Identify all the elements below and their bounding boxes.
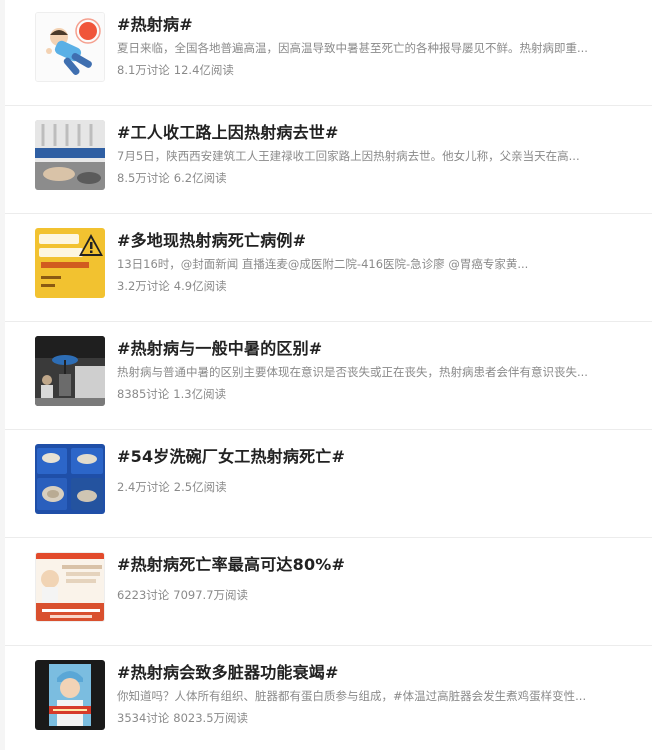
topic-stats: 3.2万讨论 4.9亿阅读 <box>117 278 227 294</box>
dish-bins-photo-icon[interactable] <box>35 444 105 514</box>
topic-title[interactable]: #多地现热射病死亡病例# <box>117 227 306 251</box>
read-count: 7097.7万阅读 <box>173 588 249 602</box>
topic-stats: 8385讨论 1.3亿阅读 <box>117 386 226 402</box>
read-count: 12.4亿阅读 <box>173 63 234 77</box>
read-count: 1.3亿阅读 <box>173 387 227 401</box>
read-count: 4.9亿阅读 <box>173 279 227 293</box>
topic-title[interactable]: #工人收工路上因热射病去世# <box>117 119 339 143</box>
topic-description: 夏日来临，全国各地普遍高温，因高温导致中暑甚至死亡的各种报导屡见不鲜。热射病即重… <box>117 41 588 55</box>
doctor-video-icon[interactable] <box>35 660 105 730</box>
topic-title[interactable]: #热射病死亡率最高可达80%# <box>117 551 345 575</box>
read-count: 2.5亿阅读 <box>173 480 227 494</box>
topic-description: 7月5日，陕西西安建筑工人王建禄收工回家路上因热射病去世。他女儿称，父亲当天在高… <box>117 149 580 163</box>
topic-title[interactable]: #热射病# <box>117 11 193 35</box>
topic-stats: 6223讨论 7097.7万阅读 <box>117 587 248 603</box>
street-photo-icon[interactable] <box>35 120 105 190</box>
heatstroke-illustration-icon[interactable] <box>35 12 105 82</box>
topic-item[interactable]: #热射病死亡率最高可达80%# 6223讨论 7097.7万阅读 <box>5 540 652 646</box>
discussion-count: 8385讨论 <box>117 387 170 401</box>
discussion-count: 3534讨论 <box>117 711 170 725</box>
discussion-count: 3.2万讨论 <box>117 279 170 293</box>
discussion-count: 2.4万讨论 <box>117 480 170 494</box>
discussion-count: 8.5万讨论 <box>117 171 170 185</box>
topic-description: 热射病与普通中暑的区别主要体现在意识是否丧失或正在丧失，热射病患者会伴有意识丧失… <box>117 365 588 379</box>
news-screenshot-icon[interactable] <box>35 552 105 622</box>
discussion-count: 8.1万讨论 <box>117 63 170 77</box>
topic-title[interactable]: #54岁洗碗厂女工热射病死亡# <box>117 443 345 467</box>
topic-title[interactable]: #热射病会致多脏器功能衰竭# <box>117 659 339 683</box>
topic-item[interactable]: #工人收工路上因热射病去世# 7月5日，陕西西安建筑工人王建禄收工回家路上因热射… <box>5 108 652 214</box>
topic-item[interactable]: #54岁洗碗厂女工热射病死亡# 2.4万讨论 2.5亿阅读 <box>5 432 652 538</box>
sunny-street-photo-icon[interactable] <box>35 336 105 406</box>
topic-feed: #热射病# 夏日来临，全国各地普遍高温，因高温导致中暑甚至死亡的各种报导屡见不鲜… <box>5 0 652 750</box>
topic-title[interactable]: #热射病与一般中暑的区别# <box>117 335 322 359</box>
read-count: 8023.5万阅读 <box>173 711 249 725</box>
topic-stats: 8.1万讨论 12.4亿阅读 <box>117 62 234 78</box>
read-count: 6.2亿阅读 <box>173 171 227 185</box>
warning-poster-icon[interactable] <box>35 228 105 298</box>
discussion-count: 6223讨论 <box>117 588 170 602</box>
topic-item[interactable]: #热射病# 夏日来临，全国各地普遍高温，因高温导致中暑甚至死亡的各种报导屡见不鲜… <box>5 0 652 106</box>
topic-item[interactable]: #热射病与一般中暑的区别# 热射病与普通中暑的区别主要体现在意识是否丧失或正在丧… <box>5 324 652 430</box>
topic-description: 13日16时，@封面新闻 直播连麦@成医附二院-416医院-急诊廖 @胃癌专家黄… <box>117 257 529 271</box>
topic-stats: 8.5万讨论 6.2亿阅读 <box>117 170 227 186</box>
topic-item[interactable]: #多地现热射病死亡病例# 13日16时，@封面新闻 直播连麦@成医附二院-416… <box>5 216 652 322</box>
topic-description: 你知道吗？人体所有组织、脏器都有蛋白质参与组成，#体温过高脏器会发生煮鸡蛋样变性… <box>117 689 587 703</box>
topic-stats: 2.4万讨论 2.5亿阅读 <box>117 479 227 495</box>
topic-stats: 3534讨论 8023.5万阅读 <box>117 710 248 726</box>
topic-item[interactable]: #热射病会致多脏器功能衰竭# 你知道吗？人体所有组织、脏器都有蛋白质参与组成，#… <box>5 648 652 750</box>
